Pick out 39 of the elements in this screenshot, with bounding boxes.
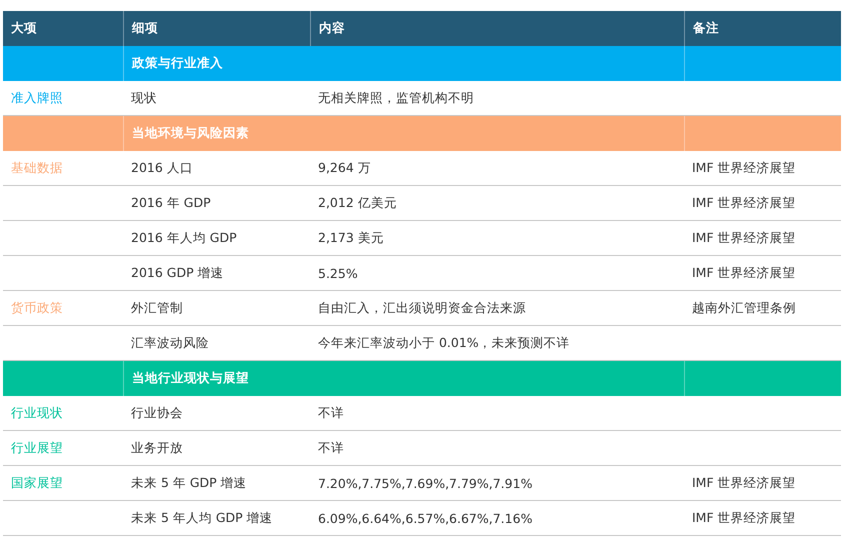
category-cell-text: 行业展望 — [10, 438, 64, 456]
category-cell-text: 货币政策 — [10, 298, 64, 316]
table-cell-text: IMF 世界经济展望 — [691, 508, 797, 526]
table-cell-text: 外汇管制 — [130, 298, 184, 316]
table-cell-text: 越南外汇管理条例 — [691, 298, 797, 316]
category-cell-text: 行业现状 — [10, 404, 64, 422]
table-cell-text: 未来 5 年人均 GDP 增速 — [130, 508, 274, 526]
category-cell-text: 准入牌照 — [10, 88, 64, 106]
table-cell-text: 自由汇入，汇出须说明资金合法来源 — [317, 298, 527, 316]
table-cell-text: 2,173 美元 — [317, 228, 385, 246]
table-cell-text: 2016 人口 — [130, 158, 194, 176]
column-header: 大项 — [10, 19, 38, 37]
table-cell-text: IMF 世界经济展望 — [691, 194, 797, 212]
table-cell-text: IMF 世界经济展望 — [691, 264, 797, 282]
table-cell-text: 无相关牌照，监管机构不明 — [317, 88, 475, 106]
table-cell-text: 6.09%,6.64%,6.57%,6.67%,7.16% — [317, 510, 534, 528]
table-cell-text: 业务开放 — [130, 438, 184, 456]
table-cell-text: 未来 5 年 GDP 增速 — [130, 474, 248, 492]
table-cell-text: 现状 — [130, 88, 158, 106]
table-cell-text: 行业协会 — [130, 404, 184, 422]
table-cell-text: 9,264 万 — [317, 158, 372, 176]
table-cell-text: 7.20%,7.75%,7.69%,7.79%,7.91% — [317, 474, 534, 492]
table-cell-text: 2016 年 GDP — [130, 194, 212, 212]
table-cell-text: 不详 — [317, 404, 345, 422]
table-cell-text: IMF 世界经济展望 — [691, 158, 797, 176]
category-cell-text: 基础数据 — [10, 158, 64, 176]
table-cell-text: 2016 GDP 增速 — [130, 264, 225, 282]
section-title: 当地行业现状与展望 — [123, 361, 310, 396]
section-title: 政策与行业准入 — [123, 46, 310, 81]
table-cell-text: 今年来汇率波动小于 0.01%，未来预测不详 — [317, 334, 571, 352]
category-cell-text: 国家展望 — [10, 474, 64, 492]
section-title: 当地环境与风险因素 — [123, 116, 310, 151]
table-cell-text: IMF 世界经济展望 — [691, 474, 797, 492]
table-cell-text: IMF 世界经济展望 — [691, 228, 797, 246]
table-cell-text: 2016 年人均 GDP — [130, 228, 238, 246]
table-cell-text: 汇率波动风险 — [130, 334, 210, 352]
table-cell-text: 5.25% — [317, 264, 359, 282]
table-cell-text: 不详 — [317, 438, 345, 456]
table-cell-text: 2,012 亿美元 — [317, 194, 398, 212]
